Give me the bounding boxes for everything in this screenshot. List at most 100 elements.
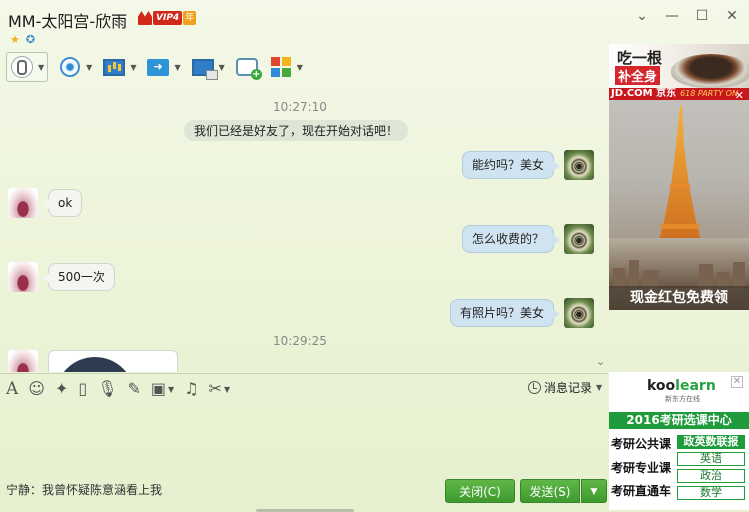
koolearn-logo: koolearn (647, 378, 716, 394)
screen-icon (102, 55, 126, 79)
collapse-button[interactable]: ⌄ (633, 8, 651, 24)
ad-main-caption: 现金红包免费领 (609, 286, 749, 310)
music-icon[interactable]: ♫ (184, 379, 198, 399)
avatar[interactable] (8, 262, 38, 292)
folder-send-icon (146, 55, 170, 79)
koolearn-tag[interactable]: 数学 (677, 486, 745, 500)
ad-close-icon[interactable]: ✕ (731, 376, 743, 388)
edit-icon[interactable]: ✎ (128, 379, 141, 399)
scroll-down-icon[interactable]: ⌄ (596, 355, 605, 368)
message-row-her (8, 350, 178, 372)
close-window-button[interactable]: ✕ (723, 8, 741, 24)
clock-icon (528, 381, 541, 394)
chevron-down-icon[interactable]: ▼ (38, 63, 44, 72)
minimize-button[interactable]: — (663, 8, 681, 24)
chevron-down-icon[interactable]: ▼ (130, 63, 136, 72)
koolearn-subtitle: 新东方在线 (665, 395, 700, 403)
chevron-down-icon[interactable]: ▼ (224, 385, 230, 394)
jd-strip: JD.COM 京东 618 PARTY ON (609, 88, 749, 100)
file-transfer-button[interactable]: ▼ (146, 52, 181, 82)
koolearn-row[interactable]: 考研公共课 (611, 435, 671, 452)
remote-desktop-icon (191, 55, 218, 80)
vip-level: VIP4 (153, 11, 183, 25)
new-discussion-button[interactable] (235, 52, 262, 82)
message-bubble[interactable]: 能约吗？美女 (461, 151, 561, 179)
message-row-me: 能约吗？美女 (461, 150, 594, 180)
jd-logo: JD.COM 京东 (611, 88, 677, 99)
send-button[interactable]: 发送(S) (520, 479, 580, 503)
koolearn-tag[interactable]: 政英数联报 (677, 435, 745, 449)
vip-year: 年 (183, 11, 197, 25)
message-row-me: 有照片吗？美女 (449, 298, 594, 328)
message-timestamp: 10:29:25 (273, 334, 327, 348)
star-icon[interactable]: ★ (10, 34, 20, 45)
emoji-icon[interactable]: ☺ (28, 379, 45, 399)
message-row-her: 500一次 (8, 262, 115, 292)
remote-assist-button[interactable]: ▼ (191, 52, 225, 82)
message-history-button[interactable]: 消息记录 ▼ (528, 379, 602, 396)
scissors-icon[interactable]: ✂ (209, 379, 222, 399)
maximize-button[interactable]: ☐ (693, 8, 711, 24)
tip-text[interactable]: 宁静：我曾怀疑陈意涵看上我 (6, 481, 162, 498)
ad-banner-koolearn[interactable]: koolearn 新东方在线 ✕ 2016考研选课中心 考研公共课 考研专业课 … (609, 372, 749, 510)
avatar[interactable] (564, 224, 594, 254)
message-row-her: ok (8, 188, 83, 218)
microphone-icon (10, 55, 34, 79)
city-skyline (609, 238, 749, 288)
ad-banner-top[interactable]: 吃一根 补全身 (609, 44, 749, 88)
chat-history[interactable]: 10:27:10 我们已经是好友了，现在开始对话吧！ 能约吗？美女 ok 怎么收… (0, 86, 608, 372)
jd-tag: 618 PARTY ON (680, 89, 738, 98)
avatar[interactable] (8, 350, 38, 372)
image-icon[interactable]: ▣ (151, 379, 166, 399)
message-row-me: 怎么收费的？ (461, 224, 594, 254)
food-image (671, 54, 749, 88)
apps-grid-icon (269, 55, 293, 79)
koolearn-tag[interactable]: 英语 (677, 452, 745, 466)
title-bar: MM-太阳宫-欣雨 VIP4 年 ★ ✪ ⌄ — ☐ ✕ (0, 0, 749, 50)
avatar[interactable] (564, 150, 594, 180)
status-icons: ★ ✪ (10, 34, 35, 45)
chevron-down-icon[interactable]: ▼ (297, 63, 303, 72)
qzone-icon[interactable]: ✪ (26, 34, 35, 45)
chat-toolbar: ▼ ▼ ▼ ▼ ▼ ▼ (0, 50, 610, 84)
image-message[interactable] (48, 350, 178, 372)
crown-icon (138, 11, 152, 25)
ad-close-icon[interactable]: ✕ (735, 90, 744, 101)
avatar[interactable] (8, 188, 38, 218)
window-title: MM-太阳宫-欣雨 (8, 12, 128, 31)
koolearn-row[interactable]: 考研直通车 (611, 482, 671, 499)
font-icon[interactable]: A (6, 379, 18, 399)
send-options-button[interactable]: ▼ (581, 479, 607, 503)
message-bubble[interactable]: 有照片吗？美女 (449, 299, 561, 327)
chevron-down-icon[interactable]: ▼ (219, 63, 225, 72)
message-bubble[interactable]: 怎么收费的？ (461, 225, 561, 253)
koolearn-banner: 2016考研选课中心 (609, 412, 749, 429)
chevron-down-icon[interactable]: ▼ (168, 385, 174, 394)
ad-top-headline: 吃一根 (617, 49, 663, 67)
voice-call-button[interactable]: ▼ (6, 52, 49, 82)
input-toolbar: A ☺ ✦ ▯ 🎙 ✎ ▣ ▼ ♫ ✂ ▼ (6, 378, 240, 400)
message-timestamp: 10:27:10 (273, 100, 327, 114)
screen-share-button[interactable]: ▼ (102, 52, 136, 82)
message-bubble[interactable]: ok (41, 189, 83, 217)
message-bubble[interactable]: 500一次 (42, 263, 115, 291)
chevron-down-icon[interactable]: ▼ (86, 63, 92, 72)
koolearn-tag[interactable]: 政治 (677, 469, 745, 483)
chevron-down-icon: ▼ (596, 383, 603, 392)
avatar[interactable] (564, 298, 594, 328)
vip-badge[interactable]: VIP4 年 (138, 10, 197, 26)
ad-banner-main[interactable]: JD.COM 京东 618 PARTY ON ✕ 现金红包免费领 (609, 88, 749, 310)
apps-button[interactable]: ▼ (269, 52, 303, 82)
message-history-label: 消息记录 (544, 381, 593, 395)
koolearn-row[interactable]: 考研专业课 (611, 459, 671, 476)
magic-wand-icon[interactable]: ✦ (55, 379, 68, 399)
shake-window-icon[interactable]: ▯ (78, 379, 87, 399)
window-controls: ⌄ — ☐ ✕ (633, 8, 741, 24)
divider (0, 373, 608, 374)
message-add-icon (235, 55, 262, 80)
camera-icon (58, 55, 82, 79)
video-call-button[interactable]: ▼ (58, 52, 92, 82)
chevron-down-icon[interactable]: ▼ (174, 63, 180, 72)
voice-message-icon[interactable]: 🎙 (97, 379, 117, 399)
close-button[interactable]: 关闭(C) (445, 479, 515, 503)
